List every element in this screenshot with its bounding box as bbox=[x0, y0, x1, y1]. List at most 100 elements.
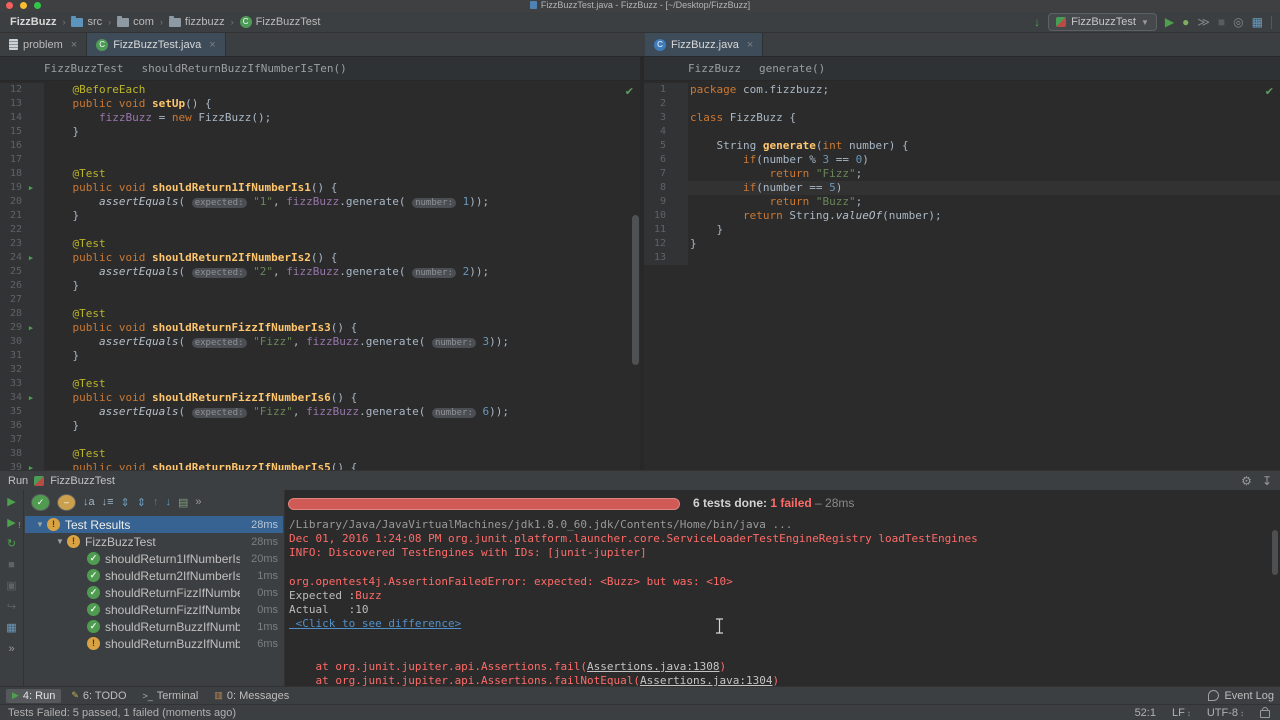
toolwindow-label: Terminal bbox=[157, 690, 199, 702]
import-test-results-icon[interactable]: ▤ bbox=[178, 496, 188, 509]
run-test-gutter-icon[interactable]: ▶ bbox=[24, 391, 38, 405]
run-test-gutter-icon[interactable]: ▶ bbox=[24, 461, 38, 470]
vcs-update-icon[interactable]: ↓ bbox=[1034, 15, 1040, 29]
sort-by-duration-icon[interactable]: ↓≡ bbox=[102, 496, 114, 508]
test-tree-row[interactable]: ✓shouldReturnFizzIfNumbe0ms bbox=[25, 601, 283, 618]
run-icon: ▶ bbox=[12, 690, 19, 701]
toolwindow-button-messages[interactable]: ▥0: Messages bbox=[208, 689, 295, 703]
gear-icon[interactable]: ⚙ bbox=[1241, 474, 1252, 488]
test-tree-row[interactable]: ✓shouldReturn2IfNumberIs21ms bbox=[25, 567, 283, 584]
expander-icon[interactable]: ▼ bbox=[53, 537, 67, 546]
project-structure-icon[interactable]: ▦ bbox=[1252, 15, 1263, 29]
code-area[interactable]: 12 @BeforeEach13 public void setUp() {14… bbox=[0, 81, 640, 470]
test-tree-row[interactable]: ▼!FizzBuzzTest28ms bbox=[25, 533, 283, 550]
console-output[interactable]: /Library/Java/JavaVirtualMachines/jdk1.8… bbox=[289, 518, 1266, 686]
test-tree-row[interactable]: !shouldReturnBuzzIfNumb6ms bbox=[25, 635, 283, 652]
sort-alphabetically-icon[interactable]: ↓a bbox=[83, 496, 95, 508]
toolwindow-button-run[interactable]: ▶4: Run bbox=[6, 689, 61, 703]
text-segment: "Fizz" bbox=[253, 335, 293, 348]
editor-breadcrumb-item[interactable]: FizzBuzz bbox=[688, 62, 741, 75]
code-text bbox=[44, 223, 640, 237]
close-tab-icon[interactable]: × bbox=[747, 39, 753, 51]
editor-left[interactable]: FizzBuzzTest shouldReturnBuzzIfNumberIsTe… bbox=[0, 57, 640, 470]
code-area[interactable]: 1package com.fizzbuzz;23class FizzBuzz {… bbox=[644, 81, 1280, 470]
show-ignored-icon[interactable]: – bbox=[57, 494, 76, 511]
test-tree-row[interactable]: ✓shouldReturn1IfNumberIs20ms bbox=[25, 550, 283, 567]
previous-failed-icon[interactable]: ↑ bbox=[153, 496, 159, 508]
editor-breadcrumb-item[interactable]: generate() bbox=[759, 62, 825, 75]
test-tree-row[interactable]: ✓shouldReturnBuzzIfNumbe1ms bbox=[25, 618, 283, 635]
show-passed-icon[interactable]: ✓ bbox=[31, 494, 50, 511]
gutter: 31 bbox=[0, 349, 44, 363]
run-test-gutter-icon[interactable]: ▶ bbox=[24, 251, 38, 265]
test-tree-row[interactable]: ▼!Test Results28ms bbox=[25, 516, 283, 533]
run-test-gutter-icon[interactable]: ▶ bbox=[24, 321, 38, 335]
encoding-indicator[interactable]: UTF-8↕ bbox=[1207, 707, 1244, 719]
expander-icon[interactable]: ▼ bbox=[33, 520, 47, 529]
line-number: 20 bbox=[0, 195, 22, 209]
code-text: } bbox=[688, 237, 1280, 251]
toolwindow-button-terminal[interactable]: >_Terminal bbox=[137, 689, 205, 703]
breadcrumb-item[interactable]: src bbox=[69, 15, 104, 29]
text-segment: } bbox=[690, 223, 723, 236]
editor-scrollbar[interactable] bbox=[632, 215, 639, 365]
text-segment: Buzz bbox=[355, 589, 382, 602]
code-line: 37 bbox=[0, 433, 640, 447]
breadcrumb-item[interactable]: fizzbuzz bbox=[167, 15, 227, 29]
tab-fizzbuzz-java[interactable]: FizzBuzz.java× bbox=[645, 33, 763, 56]
diff-link[interactable]: <Click to see difference> bbox=[289, 617, 461, 630]
coverage-icon[interactable]: ≫ bbox=[1197, 15, 1210, 29]
breadcrumb-item[interactable]: FizzBuzz bbox=[8, 15, 58, 29]
text-segment: public void bbox=[46, 321, 152, 334]
more-options-icon[interactable]: » bbox=[195, 496, 201, 508]
lock-icon[interactable] bbox=[1260, 710, 1270, 718]
caret-position[interactable]: 52:1 bbox=[1135, 707, 1156, 719]
test-tree-row[interactable]: ✓shouldReturnFizzIfNumbe0ms bbox=[25, 584, 283, 601]
collapse-all-icon[interactable]: ⇕ bbox=[137, 496, 146, 509]
code-line: 35 assertEquals( expected: "Fizz", fizzB… bbox=[0, 405, 640, 419]
more-icon[interactable]: » bbox=[8, 643, 14, 655]
editor-right[interactable]: FizzBuzz generate() 1package com.fizzbuzz… bbox=[644, 57, 1280, 470]
run-config-select[interactable]: FizzBuzzTest ▼ bbox=[1048, 13, 1157, 31]
stop-icon[interactable]: ■ bbox=[8, 559, 15, 571]
run-test-gutter-icon[interactable]: ▶ bbox=[24, 181, 38, 195]
breadcrumb-item[interactable]: FizzBuzzTest bbox=[238, 15, 323, 29]
code-text: } bbox=[44, 125, 640, 139]
debug-icon[interactable]: ● bbox=[1182, 15, 1189, 29]
breadcrumb-item[interactable]: com bbox=[115, 15, 156, 29]
event-log-button[interactable]: Event Log bbox=[1208, 690, 1274, 702]
rerun-failed-icon[interactable]: ▶! bbox=[7, 517, 15, 529]
tab-problem[interactable]: problem× bbox=[0, 33, 87, 56]
test-name: shouldReturnBuzzIfNumbe bbox=[105, 620, 240, 634]
toolwindow-button-todo[interactable]: ✎6: TODO bbox=[65, 689, 132, 703]
attach-debugger-icon[interactable]: ◎ bbox=[1233, 15, 1243, 29]
toggle-auto-test-icon[interactable]: ↻ bbox=[7, 538, 16, 550]
rerun-icon[interactable]: ▶ bbox=[7, 496, 15, 508]
test-status-summary: Tests Failed: 5 passed, 1 failed (moment… bbox=[8, 707, 236, 719]
next-failed-icon[interactable]: ↓ bbox=[165, 496, 171, 508]
exit-icon[interactable]: ↪ bbox=[7, 601, 16, 613]
run-panel-title: Run bbox=[8, 475, 28, 487]
text-segment: } bbox=[46, 419, 79, 432]
editor-breadcrumb-item[interactable]: FizzBuzzTest bbox=[44, 62, 123, 75]
line-separator-indicator[interactable]: LF↕ bbox=[1172, 707, 1191, 719]
run-icon[interactable]: ▶ bbox=[1165, 15, 1174, 29]
restore-layout-icon[interactable]: ▦ bbox=[6, 622, 16, 634]
console-scrollbar[interactable] bbox=[1272, 530, 1278, 575]
tab-fizzbuzztest-java[interactable]: FizzBuzzTest.java× bbox=[87, 33, 225, 56]
text-segment: ( bbox=[178, 335, 191, 348]
stacktrace-link[interactable]: Assertions.java:1308 bbox=[587, 660, 719, 673]
hide-panel-icon[interactable]: ↧ bbox=[1262, 474, 1272, 488]
close-tab-icon[interactable]: × bbox=[71, 39, 77, 51]
code-text: String generate(int number) { bbox=[688, 139, 1280, 153]
editor-breadcrumb-item[interactable]: shouldReturnBuzzIfNumberIsTen() bbox=[141, 62, 346, 75]
expand-all-icon[interactable]: ⇕ bbox=[121, 496, 130, 509]
stop-icon[interactable]: ■ bbox=[1218, 15, 1225, 29]
console-pane[interactable]: 6 tests done: 1 failed – 28ms /Library/J… bbox=[284, 490, 1280, 686]
close-tab-icon[interactable]: × bbox=[209, 39, 215, 51]
stacktrace-link[interactable]: Assertions.java:1304 bbox=[640, 674, 772, 686]
pause-output-icon[interactable]: ▣ bbox=[6, 580, 16, 592]
test-duration: 1ms bbox=[240, 570, 283, 582]
text-segment: @BeforeEach bbox=[46, 83, 145, 96]
text-segment: ( bbox=[178, 195, 191, 208]
